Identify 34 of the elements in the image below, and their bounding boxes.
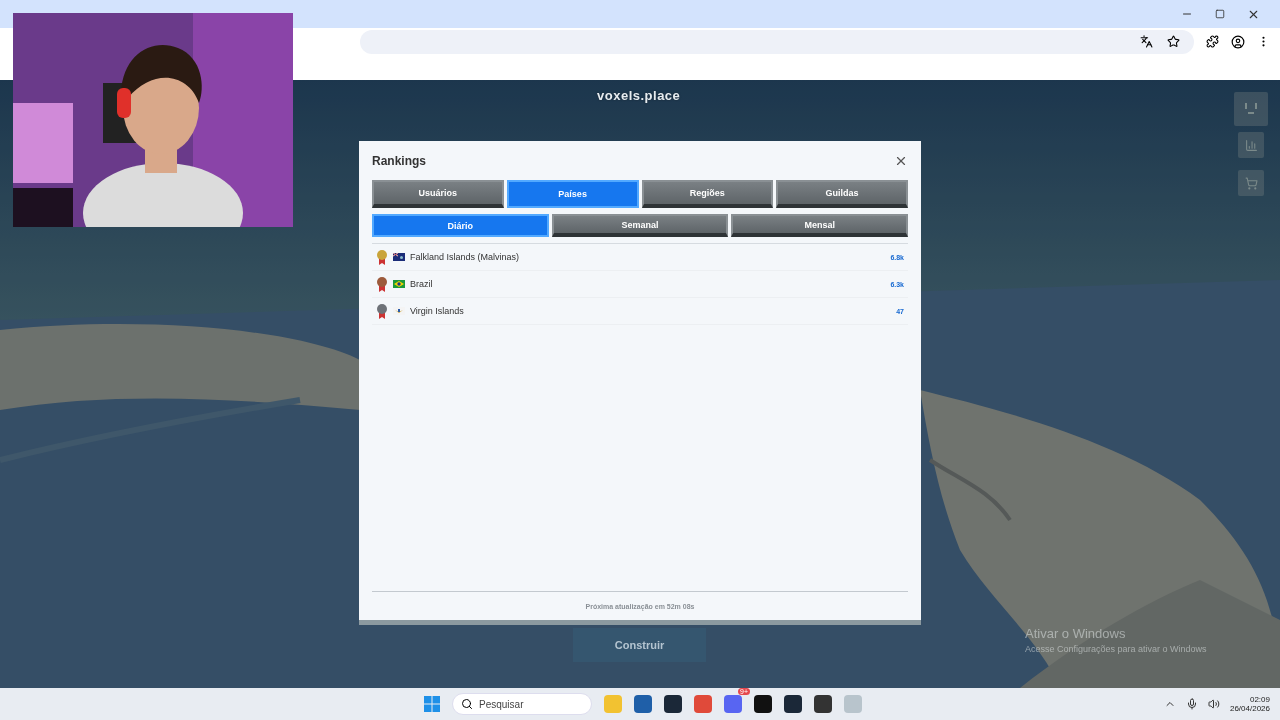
search-icon — [461, 698, 473, 710]
app-icon[interactable] — [784, 695, 802, 713]
category-tab[interactable]: Regiões — [641, 180, 774, 208]
star-icon[interactable] — [1167, 35, 1180, 48]
flag-icon — [393, 280, 405, 288]
mic-icon[interactable] — [1185, 698, 1198, 710]
activation-title: Ativar o Windows — [1025, 626, 1127, 641]
volume-icon[interactable] — [1207, 698, 1220, 710]
country-name: Brazil — [410, 279, 434, 289]
profile-icon[interactable] — [1231, 34, 1245, 49]
maximize-icon[interactable] — [1215, 9, 1225, 19]
category-tab[interactable]: Países — [506, 180, 639, 208]
flag-icon — [393, 307, 405, 315]
app-icon[interactable] — [814, 695, 832, 713]
extensions-icon[interactable] — [1206, 35, 1219, 48]
game-logo: voxels.place — [597, 88, 681, 103]
translate-icon[interactable] — [1140, 35, 1153, 48]
app-icon[interactable] — [754, 695, 772, 713]
country-name: Falkland Islands (Malvinas) — [410, 252, 521, 262]
build-button[interactable]: Construir — [573, 628, 706, 662]
period-tab[interactable]: Mensal — [731, 214, 908, 237]
clock-time: 02:09 — [1249, 695, 1270, 704]
dialog-title: Rankings — [372, 154, 426, 168]
close-icon[interactable] — [894, 154, 908, 168]
clock-date: 26/04/2026 — [1229, 704, 1270, 713]
period-tab[interactable]: Diário — [372, 214, 549, 237]
search-field[interactable]: Pesquisar — [452, 693, 592, 715]
country-name: Virgin Islands — [410, 306, 465, 316]
app-icon[interactable] — [664, 695, 682, 713]
period-tab[interactable]: Semanal — [551, 214, 729, 237]
activation-text: Acesse Configurações para ativar o Windows — [1025, 644, 1207, 654]
flag-icon — [393, 253, 405, 261]
category-tab[interactable]: Usuários — [372, 180, 504, 208]
category-tab[interactable]: Guildas — [776, 180, 908, 208]
